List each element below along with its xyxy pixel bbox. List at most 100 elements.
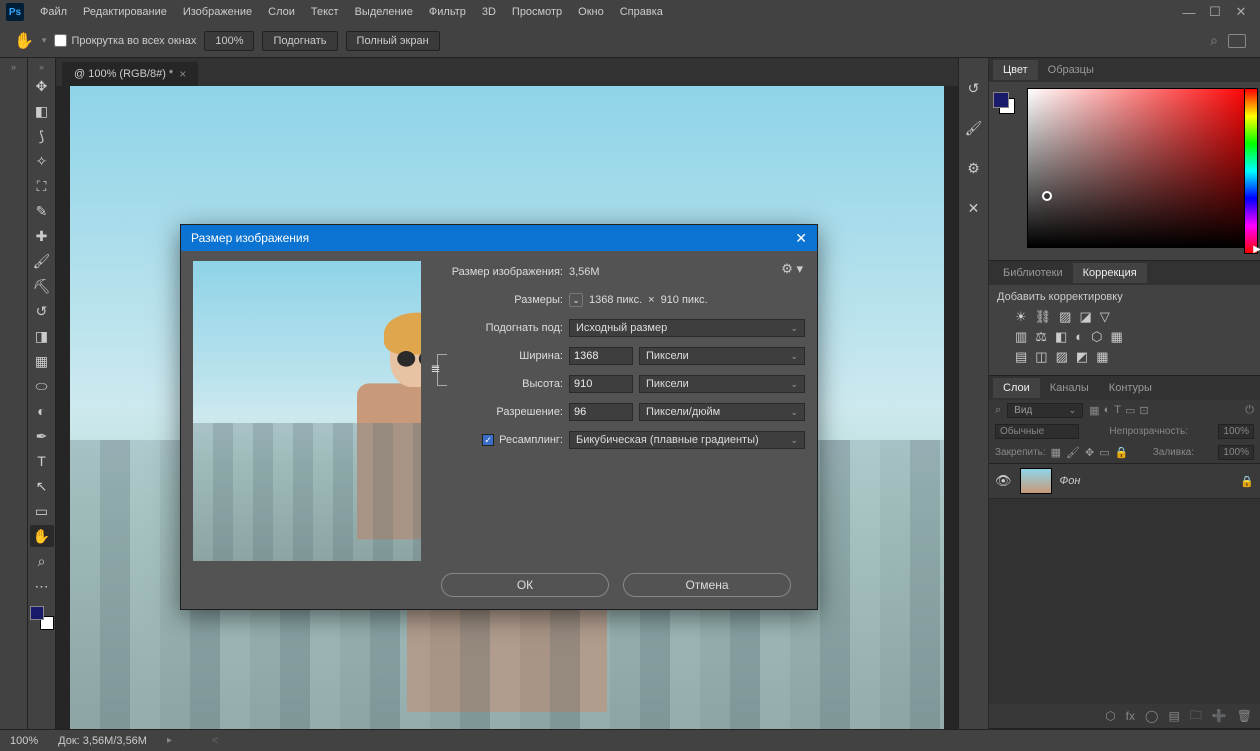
fill-screen-button[interactable]: Полный экран [346,31,440,51]
status-flyout-icon[interactable]: ▸ [167,735,172,746]
hand-tool-icon-active[interactable]: ✋ [30,525,54,547]
dialog-titlebar[interactable]: Размер изображения ✕ [181,225,817,251]
crop-tool-icon[interactable]: ⛶ [30,175,54,197]
lock-pixels-icon[interactable]: 🖌 [1066,446,1080,459]
close-button[interactable]: ✕ [1230,4,1252,20]
menu-select[interactable]: Выделение [347,2,421,22]
blur-tool-icon[interactable]: ⬭ [30,375,54,397]
fill-value[interactable]: 100% [1218,445,1254,460]
adj-posterize-icon[interactable]: ▤ [1015,349,1027,365]
menu-help[interactable]: Справка [612,2,671,22]
blend-mode-select[interactable]: Обычные [995,424,1079,439]
adj-more-icon[interactable]: ▦ [1096,349,1108,365]
shape-tool-icon[interactable]: ▭ [30,500,54,522]
new-adjustment-layer-icon[interactable]: ▤ [1168,709,1179,723]
edit-toolbar-icon[interactable]: ⋯ [30,575,54,597]
zoom-100-button[interactable]: 100% [204,31,254,51]
layer-mask-icon[interactable]: ◯ [1145,709,1158,723]
filter-text-icon[interactable]: T [1114,404,1121,417]
zoom-tool-icon[interactable]: ⌕ [30,550,54,572]
filter-pixel-icon[interactable]: ▦ [1089,404,1099,417]
dock-properties-icon[interactable]: ✕ [964,198,984,218]
path-select-tool-icon[interactable]: ↖ [30,475,54,497]
search-icon[interactable]: ⌕ [1210,32,1218,49]
hue-slider[interactable]: ▶ [1244,88,1258,254]
height-unit-select[interactable]: Пиксели ⌄ [639,375,805,393]
resample-checkbox[interactable]: ✓ [482,434,494,446]
magic-wand-tool-icon[interactable]: ✧ [30,150,54,172]
tab-libraries[interactable]: Библиотеки [993,263,1073,283]
adj-photo-filter-icon[interactable]: ◧ [1055,329,1067,345]
marquee-tool-icon[interactable]: ◧ [30,100,54,122]
opacity-value[interactable]: 100% [1218,424,1254,439]
filter-shape-icon[interactable]: ▭ [1125,404,1135,417]
layer-thumbnail[interactable] [1020,468,1052,494]
menu-layers[interactable]: Слои [260,2,303,22]
adj-channel-mixer-icon[interactable]: ◐ [1075,329,1083,345]
tab-correction[interactable]: Коррекция [1073,263,1147,283]
adj-exposure-icon[interactable]: ◪ [1079,309,1091,325]
lock-artboard-icon[interactable]: ▭ [1099,446,1109,459]
minimize-button[interactable]: — [1178,4,1200,20]
menu-filter[interactable]: Фильтр [421,2,474,22]
lasso-tool-icon[interactable]: ⟆ [30,125,54,147]
picker-swatches[interactable] [993,92,1015,114]
menu-edit[interactable]: Редактирование [75,2,175,22]
link-layers-icon[interactable]: ⬡ [1105,709,1115,723]
menu-image[interactable]: Изображение [175,2,260,22]
workspace-switcher-icon[interactable] [1228,34,1246,48]
brush-tool-icon[interactable]: 🖌 [30,250,54,272]
dimensions-unit-toggle[interactable]: ⌄ [569,293,583,307]
scroll-all-windows-checkbox[interactable]: Прокрутка во всех окнах [54,34,196,47]
foreground-color-swatch[interactable] [30,606,44,620]
menu-view[interactable]: Просмотр [504,2,570,22]
picker-fg-swatch[interactable] [993,92,1009,108]
tab-channels[interactable]: Каналы [1040,378,1099,398]
constrain-proportions-icon[interactable]: 𝌆 [437,354,447,386]
adj-levels-icon[interactable]: ⛓ [1035,309,1052,325]
width-unit-select[interactable]: Пиксели ⌄ [639,347,805,365]
text-tool-icon[interactable]: T [30,450,54,472]
adj-threshold-icon[interactable]: ◫ [1035,349,1047,365]
tools-collapse-icon[interactable]: » [28,62,55,72]
color-field[interactable] [1027,88,1252,248]
color-picker[interactable]: ▶ [989,82,1260,260]
menu-3d[interactable]: 3D [474,2,504,22]
eraser-tool-icon[interactable]: ◨ [30,325,54,347]
adj-curves-icon[interactable]: ▨ [1059,309,1071,325]
width-input[interactable] [569,347,633,365]
dock-history-icon[interactable]: ↺ [964,78,984,98]
layer-visibility-icon[interactable]: 👁 [995,473,1012,489]
adj-vibrance-icon[interactable]: ▽ [1100,309,1110,325]
tab-swatches[interactable]: Образцы [1038,60,1104,80]
resample-select[interactable]: Бикубическая (плавные градиенты) ⌄ [569,431,805,449]
layer-name[interactable]: Фон [1060,475,1081,487]
menu-file[interactable]: Файл [32,2,75,22]
tab-layers[interactable]: Слои [993,378,1040,398]
move-tool-icon[interactable]: ✥ [30,75,54,97]
lock-transparency-icon[interactable]: ▦ [1051,446,1061,459]
adj-gradient-map-icon[interactable]: ▨ [1056,349,1068,365]
menu-text[interactable]: Текст [303,2,347,22]
status-zoom[interactable]: 100% [10,735,38,747]
foreground-background-swatches[interactable] [30,606,54,630]
gradient-tool-icon[interactable]: ▦ [30,350,54,372]
resolution-input[interactable] [569,403,633,421]
layer-fx-icon[interactable]: fx [1126,709,1135,723]
lock-position-icon[interactable]: ✥ [1085,446,1094,459]
toolbar-collapse-icon[interactable]: » [0,62,27,72]
document-tab-close-icon[interactable]: × [179,67,186,81]
adj-color-lookup-icon[interactable]: ⬡ [1091,329,1102,345]
clone-stamp-tool-icon[interactable]: ⛏ [30,275,54,297]
eyedropper-tool-icon[interactable]: ✎ [30,200,54,222]
menu-window[interactable]: Окно [570,2,612,22]
hand-tool-icon[interactable]: ✋ [14,31,34,51]
height-input[interactable] [569,375,633,393]
cancel-button[interactable]: Отмена [623,573,791,597]
scroll-all-windows-input[interactable] [54,34,67,47]
filter-smart-icon[interactable]: ⊡ [1139,404,1148,417]
fit-screen-button[interactable]: Подогнать [262,31,337,51]
hue-handle[interactable]: ▶ [1253,244,1260,255]
adj-bw-icon[interactable]: ⚖ [1035,329,1047,345]
adj-invert-icon[interactable]: ▦ [1110,329,1122,345]
